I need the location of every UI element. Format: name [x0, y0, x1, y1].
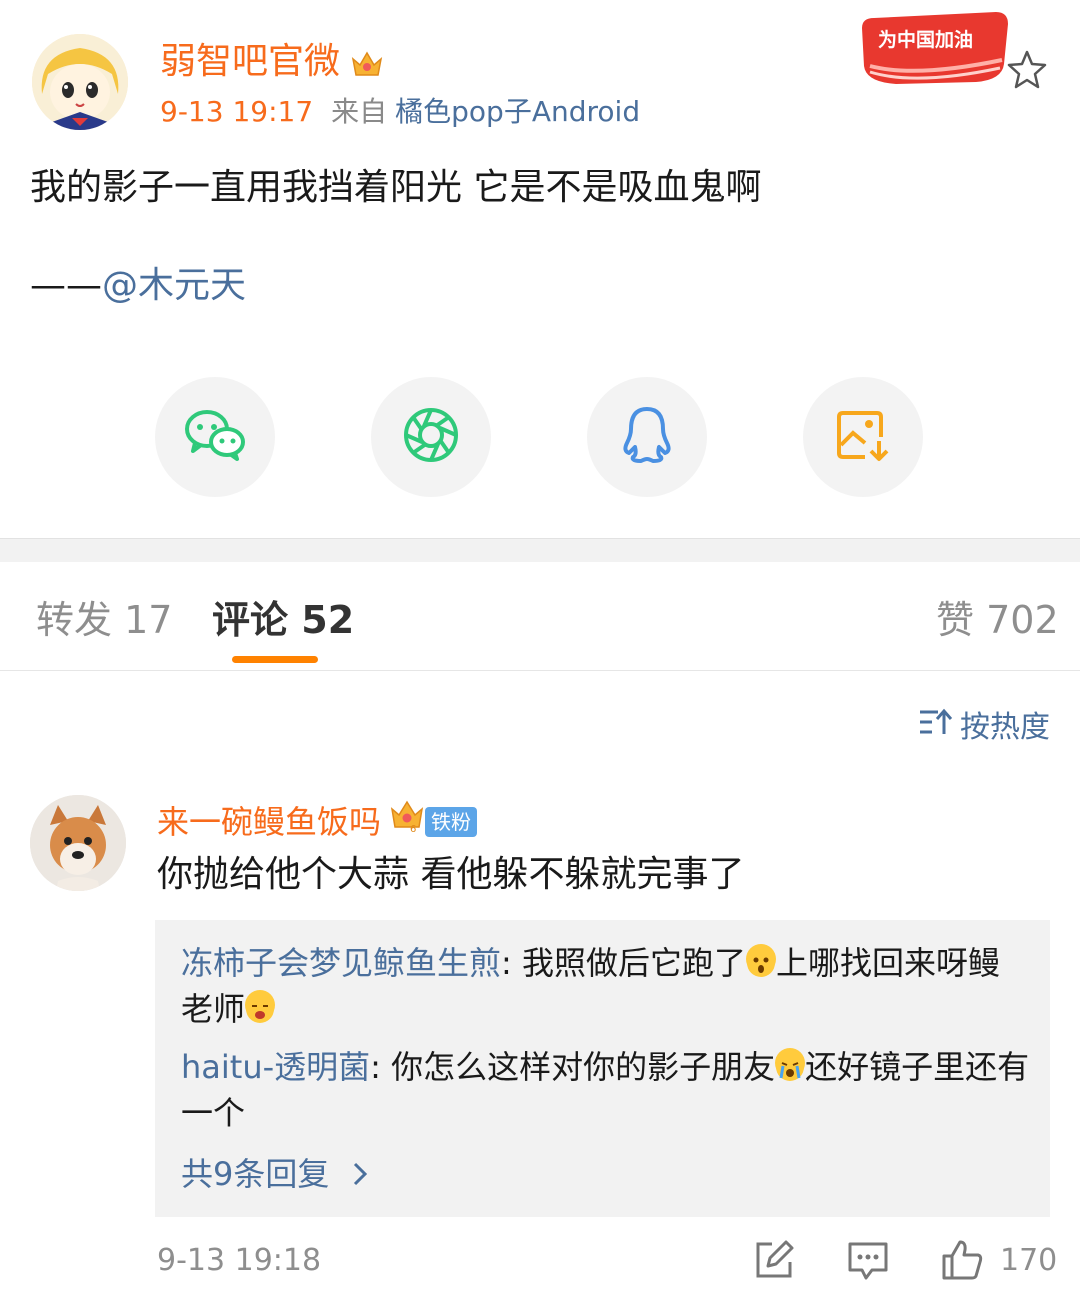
tears-emoji-icon [775, 1048, 806, 1081]
fan-crown-icon: 6 [389, 797, 425, 846]
tab-comments[interactable]: 评论 52 [212, 594, 354, 646]
surprised-emoji-icon [745, 944, 776, 977]
qq-icon [621, 405, 673, 469]
share-wechat-button[interactable] [155, 377, 275, 497]
repost-comment-icon[interactable] [752, 1238, 796, 1282]
sort-button[interactable]: 按热度 [918, 706, 1050, 750]
save-image-button[interactable] [803, 377, 923, 497]
from-label: 来自 [331, 95, 388, 128]
section-divider [0, 538, 1080, 562]
comment-text: 你抛给他个大蒜 看他躲不躲就完事了 [157, 854, 745, 895]
post-credit: ——@木元天 [30, 260, 246, 312]
commenter-name[interactable]: 来一碗鳗鱼饭吗 6 铁粉 [157, 797, 478, 846]
reply-text-a: : 你怎么这样对你的影子朋友 [370, 1048, 776, 1086]
comment-like-count: 170 [1000, 1243, 1058, 1278]
reply-item[interactable]: 冻柿子会梦见鲸鱼生煎: 我照做后它跑了 上哪找回来呀鳗老师 [181, 940, 1031, 1032]
chevron-right-icon [352, 1154, 368, 1198]
reply-text-a: : 我照做后它跑了 [501, 944, 746, 982]
post-time: 9-13 19:17 [160, 95, 314, 128]
comment-time: 9-13 19:18 [157, 1243, 322, 1278]
commenter-avatar[interactable] [30, 795, 126, 891]
wechat-icon [183, 407, 247, 467]
share-qq-button[interactable] [587, 377, 707, 497]
event-badge[interactable]: 为中国加油 [856, 6, 1014, 86]
favorite-star-icon[interactable] [1004, 48, 1050, 90]
more-replies-link[interactable]: 共9条回复 [181, 1152, 368, 1198]
reply-comment-icon[interactable] [846, 1238, 890, 1282]
reply-author[interactable]: 冻柿子会梦见鲸鱼生煎 [181, 944, 501, 982]
sort-icon [918, 706, 954, 750]
active-tab-indicator [232, 656, 318, 663]
reply-item[interactable]: haitu-透明菌: 你怎么这样对你的影子朋友 还好镜子里还有一个 [181, 1044, 1031, 1136]
tabs-divider [0, 670, 1080, 671]
fan-badge: 6 铁粉 [389, 797, 478, 846]
post-text: 我的影子一直用我挡着阳光 它是不是吸血鬼啊 [30, 167, 762, 208]
like-thumb-icon[interactable] [940, 1238, 984, 1282]
share-moments-button[interactable] [371, 377, 491, 497]
credit-dash: —— [30, 265, 102, 306]
credit-mention[interactable]: @木元天 [102, 265, 246, 306]
save-image-icon [835, 407, 891, 467]
crying-emoji-icon [245, 990, 276, 1023]
moments-icon [402, 406, 460, 468]
post-source[interactable]: 橘色pop子Android [395, 95, 640, 128]
author-name[interactable]: 弱智吧官微 [160, 38, 384, 86]
reply-author[interactable]: haitu-透明菌 [181, 1048, 370, 1086]
sort-label: 按热度 [960, 710, 1050, 745]
fan-tag: 铁粉 [425, 806, 478, 837]
svg-text:6: 6 [410, 824, 416, 835]
tab-repost[interactable]: 转发 17 [36, 594, 172, 646]
post-meta: 9-13 19:17 来自 橘色pop子Android [160, 92, 640, 132]
replies-box[interactable]: 冻柿子会梦见鲸鱼生煎: 我照做后它跑了 上哪找回来呀鳗老师 haitu-透明菌: … [155, 920, 1050, 1217]
author-avatar[interactable] [32, 34, 128, 130]
badge-text: 为中国加油 [878, 28, 973, 51]
vip-crown-icon [350, 46, 384, 80]
tab-likes[interactable]: 赞 702 [936, 594, 1059, 646]
